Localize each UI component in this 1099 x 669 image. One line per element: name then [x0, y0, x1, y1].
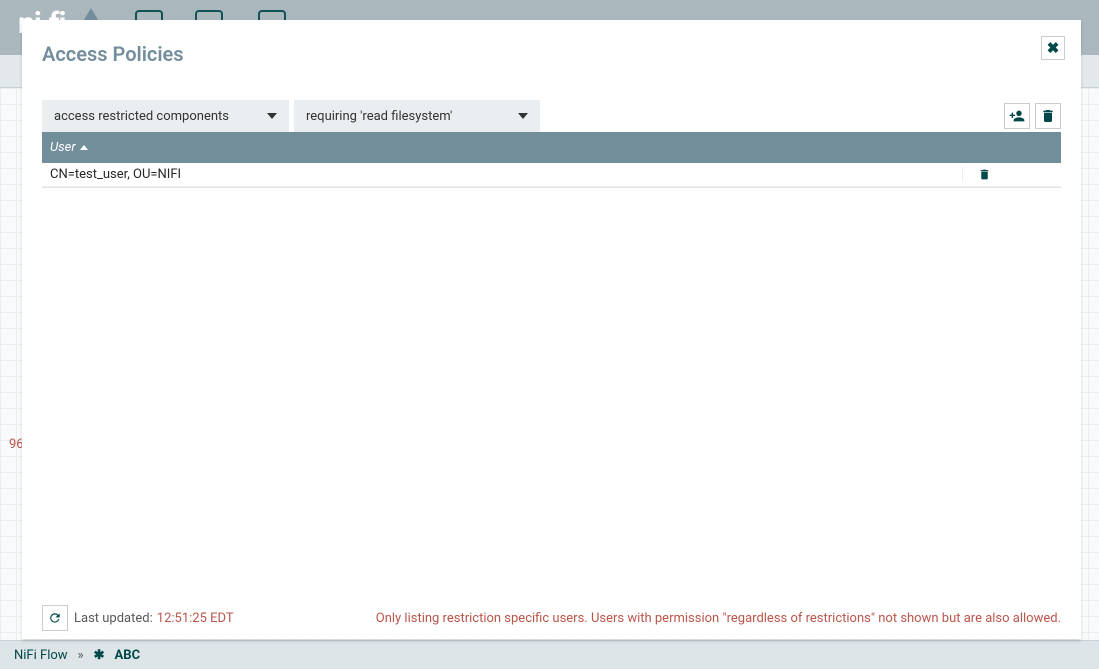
- column-user-header: User: [50, 140, 76, 155]
- user-cell: CN=test_user, OU=NIFI: [42, 167, 963, 182]
- delete-policy-button[interactable]: [1035, 103, 1061, 129]
- footer-note: Only listing restriction specific users.…: [376, 611, 1061, 626]
- breadcrumb-separator: »: [78, 648, 84, 663]
- add-user-button[interactable]: [1004, 103, 1030, 129]
- policy-action-value: requiring 'read filesystem': [306, 109, 452, 124]
- breadcrumb: NiFi Flow » ✱ ABC: [0, 640, 1099, 669]
- dialog-title: Access Policies: [22, 20, 1081, 72]
- user-plus-icon: [1009, 108, 1025, 124]
- table-row[interactable]: CN=test_user, OU=NIFI: [42, 163, 1061, 187]
- policy-action-dropdown[interactable]: requiring 'read filesystem': [294, 100, 540, 132]
- policy-controls: access restricted components requiring '…: [22, 72, 1081, 132]
- sort-asc-icon: [80, 145, 88, 150]
- trash-icon: [1040, 108, 1056, 124]
- breadcrumb-root[interactable]: NiFi Flow: [14, 648, 68, 663]
- remove-user-button[interactable]: [978, 168, 991, 181]
- last-updated-time: 12:51:25 EDT: [157, 611, 234, 626]
- users-table: User CN=test_user, OU=NIFI: [42, 132, 1061, 188]
- refresh-button[interactable]: [42, 605, 68, 631]
- access-policies-dialog: ✖ Access Policies access restricted comp…: [22, 20, 1081, 639]
- chevron-down-icon: [518, 113, 528, 119]
- chevron-down-icon: [267, 113, 277, 119]
- table-header[interactable]: User: [42, 132, 1061, 163]
- process-group-icon: ✱: [94, 648, 105, 663]
- policy-type-dropdown[interactable]: access restricted components: [42, 100, 289, 132]
- close-icon: ✖: [1047, 39, 1060, 57]
- last-updated-label: Last updated:: [74, 611, 153, 626]
- dialog-footer: Last updated: 12:51:25 EDT Only listing …: [42, 605, 1061, 631]
- refresh-icon: [48, 611, 62, 625]
- policy-type-value: access restricted components: [54, 109, 229, 124]
- row-actions: [963, 168, 1061, 181]
- breadcrumb-current[interactable]: ABC: [115, 648, 141, 663]
- close-button[interactable]: ✖: [1041, 36, 1065, 60]
